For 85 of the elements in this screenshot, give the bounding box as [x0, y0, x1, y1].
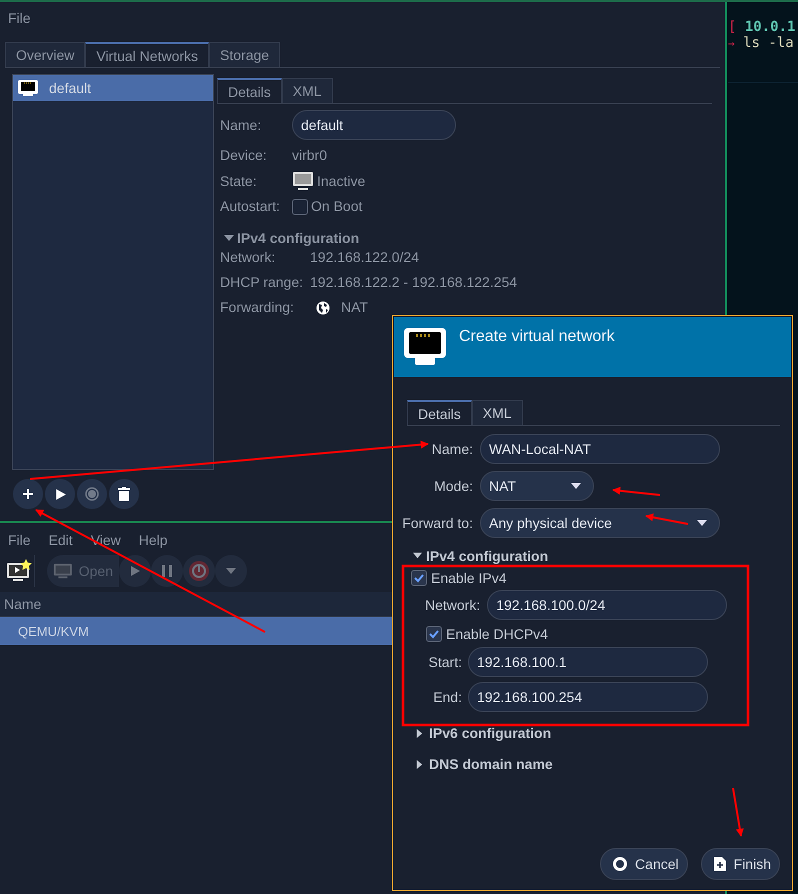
connection-row[interactable]: QEMU/KVM — [0, 617, 392, 645]
caret-icon — [415, 728, 424, 738]
field-value: 192.168.122.2 - 192.168.122.254 — [310, 273, 518, 292]
tab[interactable]: Virtual Networks — [85, 42, 210, 67]
checkmark-icon — [428, 628, 440, 640]
field-label: Name: — [430, 441, 473, 457]
terminal-line: [ 10.0.1 — [728, 19, 796, 35]
checkbox-label: Enable DHCPv4 — [446, 626, 548, 642]
field-label: DHCP range: — [220, 273, 304, 292]
field-label: Network: — [220, 248, 276, 267]
start-button[interactable] — [44, 478, 76, 510]
forwarding-value: NAT — [341, 298, 368, 317]
ethernet-port-icon — [17, 79, 39, 97]
checkbox[interactable] — [426, 626, 442, 642]
menu-item[interactable]: File — [8, 532, 31, 554]
ethernet-port-icon — [403, 327, 447, 367]
section-expander[interactable]: DNS domain name — [415, 754, 780, 774]
section-expander[interactable]: IPv6 configuration — [415, 723, 780, 743]
pause-icon — [161, 565, 173, 577]
section-expander[interactable]: IPv4 configuration — [413, 547, 780, 564]
field-label: Autostart: — [220, 197, 281, 216]
monitor-icon — [53, 562, 73, 580]
checkmark-icon — [413, 572, 425, 584]
new-vm-button[interactable] — [4, 555, 35, 587]
field-label: Start: — [428, 654, 462, 670]
network-field[interactable]: 192.168.100.0/24 — [487, 590, 728, 620]
annotation-arrow — [732, 788, 744, 837]
globe-icon — [316, 300, 330, 314]
finish-button[interactable]: Finish — [700, 848, 780, 880]
checkbox-label: On Boot — [311, 197, 362, 216]
play-icon — [54, 488, 66, 500]
caret-icon — [415, 760, 424, 768]
field-label: Forward to: — [401, 515, 473, 531]
name-field[interactable]: WAN-Local-NAT — [480, 434, 720, 464]
circle-icon — [613, 857, 628, 871]
caret-icon — [571, 483, 581, 489]
tab[interactable]: XML — [472, 400, 523, 425]
cancel-button[interactable]: Cancel — [600, 848, 688, 880]
field-label: Mode: — [433, 478, 473, 494]
field-label: Network: — [425, 597, 480, 613]
checkbox[interactable] — [411, 570, 427, 586]
tab[interactable]: Details — [407, 400, 472, 425]
name-field[interactable]: default — [292, 110, 456, 140]
tab[interactable]: Overview — [5, 42, 86, 67]
device-value: virbr0 — [292, 146, 328, 165]
caret-icon — [226, 568, 236, 574]
checkbox-label: Enable IPv4 — [431, 570, 506, 586]
play-icon — [129, 565, 141, 577]
field-label: Name: — [220, 116, 262, 134]
new-document-icon — [714, 857, 726, 871]
caret-icon — [413, 551, 422, 560]
caret-icon — [224, 233, 234, 243]
menu-item[interactable]: File — [8, 10, 31, 34]
menu-item[interactable]: Edit — [48, 532, 73, 554]
end-field[interactable]: 192.168.100.254 — [468, 682, 708, 712]
dialog-title: Create virtual network — [459, 328, 615, 346]
checkbox[interactable] — [292, 198, 308, 214]
caret-icon — [697, 520, 707, 526]
monitor-icon — [292, 171, 314, 191]
dropdown[interactable]: NAT — [480, 471, 594, 501]
field-value: 192.168.122.0/24 — [310, 248, 420, 267]
annotation-arrow — [612, 486, 660, 496]
menu-item[interactable]: Help — [138, 532, 168, 554]
field-label: Device: — [220, 146, 268, 165]
plus-icon — [22, 488, 34, 500]
network-list-item[interactable]: default — [13, 75, 213, 101]
delete-button[interactable] — [108, 478, 140, 510]
field-label: Forwarding: — [220, 298, 295, 317]
stop-icon — [85, 487, 99, 501]
state-value: Inactive — [317, 172, 366, 190]
add-button[interactable] — [12, 478, 44, 510]
column-header[interactable]: Name — [4, 596, 42, 612]
power-icon — [189, 561, 209, 581]
section-expander[interactable]: IPv4 configuration — [224, 230, 720, 246]
terminal-line: → ls -la — [728, 35, 795, 52]
trash-icon — [118, 487, 130, 501]
field-label: State: — [220, 172, 258, 190]
field-label: End: — [432, 689, 462, 705]
tab[interactable]: Storage — [209, 42, 280, 67]
monitor-star-icon — [6, 559, 32, 583]
dropdown[interactable]: Any physical device — [480, 508, 720, 538]
annotation-arrow — [645, 513, 688, 525]
tab[interactable]: XML — [282, 78, 333, 103]
start-field[interactable]: 192.168.100.1 — [468, 647, 708, 677]
tab[interactable]: Details — [217, 78, 282, 103]
